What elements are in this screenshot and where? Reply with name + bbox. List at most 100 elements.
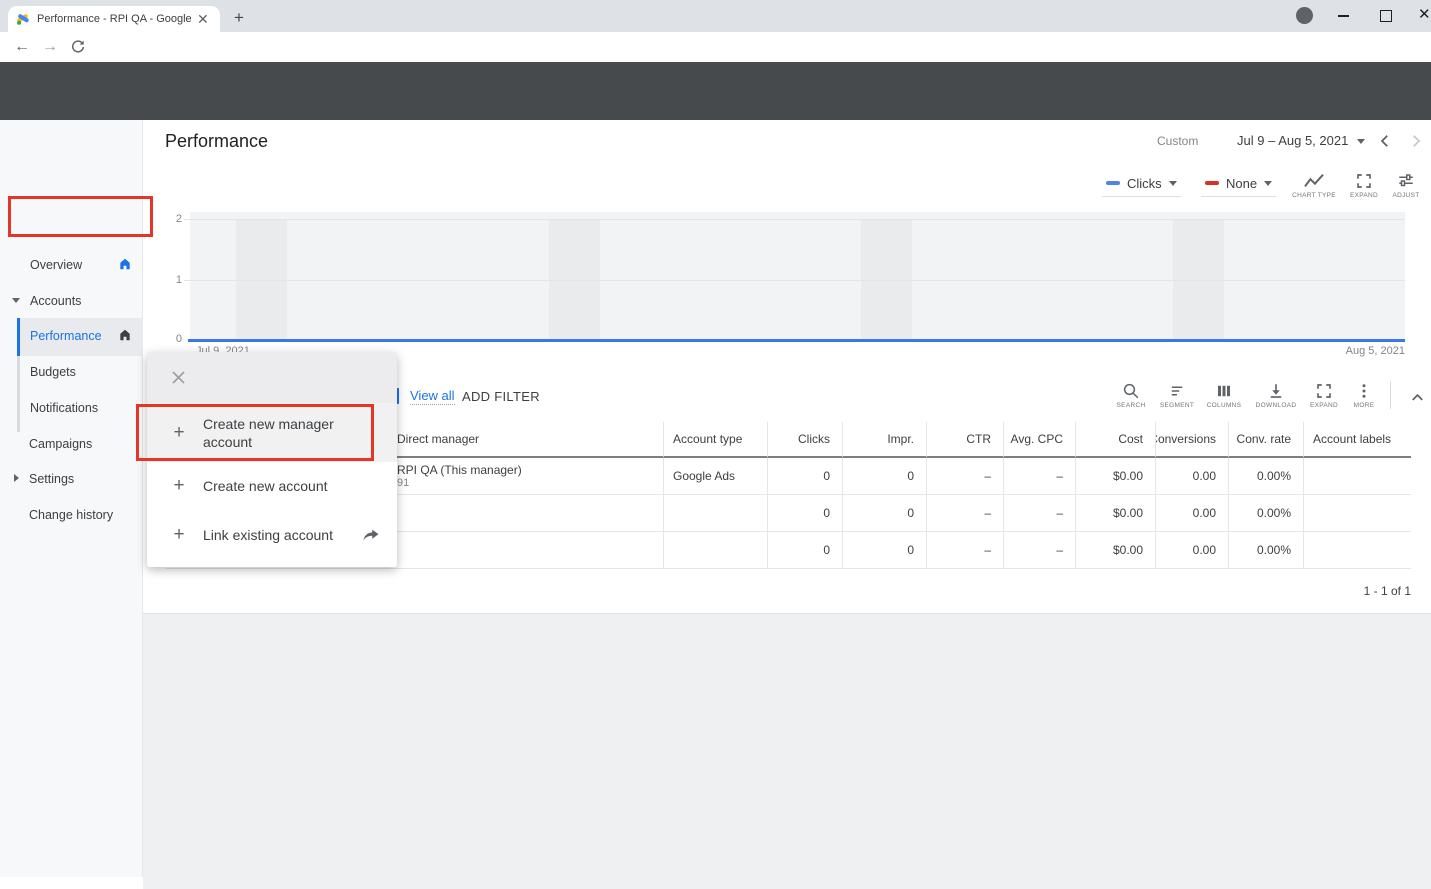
new-tab-button[interactable]: + [234, 8, 244, 28]
col-header-account-type[interactable]: Account type [663, 422, 767, 458]
table-download-button[interactable]: DOWNLOAD [1250, 382, 1302, 409]
col-header-conversions[interactable]: Conversions [1155, 422, 1228, 458]
col-header-cost[interactable]: Cost [1075, 422, 1155, 458]
cost-cell: $0.00 [1075, 495, 1155, 532]
avg-cpc-cell: – [1003, 532, 1075, 569]
series-red-dash [1205, 181, 1219, 185]
home-icon [118, 328, 132, 342]
table-expand-label: EXPAND [1310, 402, 1338, 409]
table-columns-button[interactable]: COLUMNS [1201, 382, 1247, 409]
chart-adjust-button[interactable]: ADJUST [1385, 172, 1427, 199]
chart-adjust-label: ADJUST [1392, 192, 1419, 199]
back-icon[interactable]: ← [14, 38, 30, 56]
tab-title: Performance - RPI QA - Google A [37, 13, 193, 25]
date-range-picker[interactable]: Jul 9 – Aug 5, 2021 [1237, 133, 1348, 148]
expand-icon [1315, 382, 1333, 400]
cost-cell: $0.00 [1075, 458, 1155, 495]
ctr-cell: – [926, 495, 1003, 532]
annotation-box-performance [8, 196, 153, 237]
table-columns-label: COLUMNS [1207, 402, 1242, 409]
media-controls-icon[interactable] [1296, 7, 1313, 24]
conversions-cell: 0.00 [1155, 532, 1228, 569]
table-segment-label: SEGMENT [1160, 402, 1194, 409]
y-axis-tick: 2 [168, 213, 182, 225]
conv-rate-cell: 0.00% [1228, 458, 1303, 495]
tab-close-icon[interactable]: ✕ [197, 12, 209, 26]
forward-icon[interactable]: → [42, 38, 58, 56]
table-expand-button[interactable]: EXPAND [1303, 382, 1345, 409]
date-prev-icon[interactable] [1376, 132, 1394, 150]
table-download-label: DOWNLOAD [1256, 402, 1297, 409]
pagination: 1 - 1 of 1 [165, 569, 1411, 613]
chart-expand-label: EXPAND [1350, 192, 1378, 199]
line-chart-icon [1303, 172, 1325, 190]
browser-tab-strip: Performance - RPI QA - Google A ✕ + ✕ [0, 0, 1431, 32]
y-axis-tick: 0 [168, 333, 182, 345]
metric2-dropdown[interactable]: None [1201, 170, 1276, 197]
sidebar-item-notifications[interactable]: Notifications [30, 401, 98, 415]
impr-cell: 0 [842, 532, 926, 569]
browser-toolbar: ← → ads.google.com/aw/accounts?ocid=7131… [0, 32, 1431, 62]
x-axis-label-end: Aug 5, 2021 [1305, 345, 1405, 357]
avg-cpc-cell: – [1003, 495, 1075, 532]
add-filter-button[interactable]: ADD FILTER [462, 389, 540, 404]
expand-icon [1355, 172, 1373, 190]
annotation-box-create-manager [136, 404, 374, 461]
sidebar-item-overview[interactable]: Overview [30, 258, 82, 272]
metric2-label: None [1226, 176, 1257, 191]
sidebar-item-campaigns[interactable]: Campaigns [29, 437, 92, 451]
sidebar-item-performance[interactable]: Performance [30, 329, 102, 343]
sidebar-active-rail [17, 318, 20, 356]
sidebar-item-settings[interactable]: Settings [29, 472, 74, 486]
window-maximize-button[interactable] [1380, 10, 1392, 22]
table-search-button[interactable]: SEARCH [1110, 382, 1152, 409]
google-ads-favicon-icon [16, 12, 30, 26]
view-all-link[interactable]: View all [410, 388, 455, 405]
chart-expand-button[interactable]: EXPAND [1343, 172, 1385, 199]
download-icon [1267, 382, 1285, 400]
account-type-cell [663, 532, 767, 569]
manager-account-id: 91 [397, 477, 409, 489]
sidebar-item-change-history[interactable]: Change history [29, 508, 113, 522]
browser-tab[interactable]: Performance - RPI QA - Google A ✕ [8, 6, 220, 32]
segment-icon [1168, 382, 1186, 400]
collapse-chevron-icon[interactable] [1408, 388, 1427, 407]
metric1-dropdown[interactable]: Clicks [1102, 170, 1181, 197]
sidebar-item-budgets[interactable]: Budgets [30, 365, 76, 379]
chevron-right-icon [14, 474, 19, 482]
table-segment-button[interactable]: SEGMENT [1155, 382, 1199, 409]
col-header-account-labels[interactable]: Account labels [1303, 422, 1411, 458]
chevron-down-icon [1169, 181, 1177, 186]
clicks-cell: 0 [767, 458, 842, 495]
chart-series-line [188, 339, 1405, 342]
col-header-conv-rate[interactable]: Conv. rate [1228, 422, 1303, 458]
col-header-avg-cpc[interactable]: Avg. CPC [1003, 422, 1075, 458]
sliders-icon [1397, 172, 1415, 190]
table-more-button[interactable]: MORE [1347, 382, 1381, 409]
window-minimize-button[interactable] [1338, 15, 1349, 17]
cost-cell: $0.00 [1075, 532, 1155, 569]
chevron-down-icon [12, 298, 20, 303]
date-next-icon[interactable] [1407, 132, 1425, 150]
menu-item-link-existing-account[interactable]: + Link existing account [147, 510, 397, 560]
window-close-button[interactable]: ✕ [1418, 5, 1431, 23]
y-axis-tick: 1 [168, 274, 182, 286]
clicks-cell: 0 [767, 532, 842, 569]
menu-header [147, 352, 397, 403]
sidebar-item-accounts[interactable]: Accounts [30, 294, 81, 308]
col-header-clicks[interactable]: Clicks [767, 422, 842, 458]
col-header-impr[interactable]: Impr. [842, 422, 926, 458]
menu-item-create-account[interactable]: + Create new account [147, 462, 397, 510]
account-labels-cell [1303, 495, 1411, 532]
close-icon[interactable] [169, 368, 188, 387]
col-header-ctr[interactable]: CTR [926, 422, 1003, 458]
page-title: Performance [165, 131, 268, 152]
google-ads-navbar: Google Ads RPI QA SEARCH REPORTS TOOLS &… [0, 62, 1431, 120]
chart-type-button[interactable]: CHART TYPE [1289, 172, 1339, 199]
chevron-down-icon[interactable] [1357, 139, 1365, 144]
manager-name-link[interactable]: RPI QA (This manager) [397, 463, 522, 477]
conversions-cell: 0.00 [1155, 495, 1228, 532]
chart-gridline [184, 280, 1405, 281]
reload-icon[interactable] [70, 39, 86, 55]
account-type-cell [663, 495, 767, 532]
